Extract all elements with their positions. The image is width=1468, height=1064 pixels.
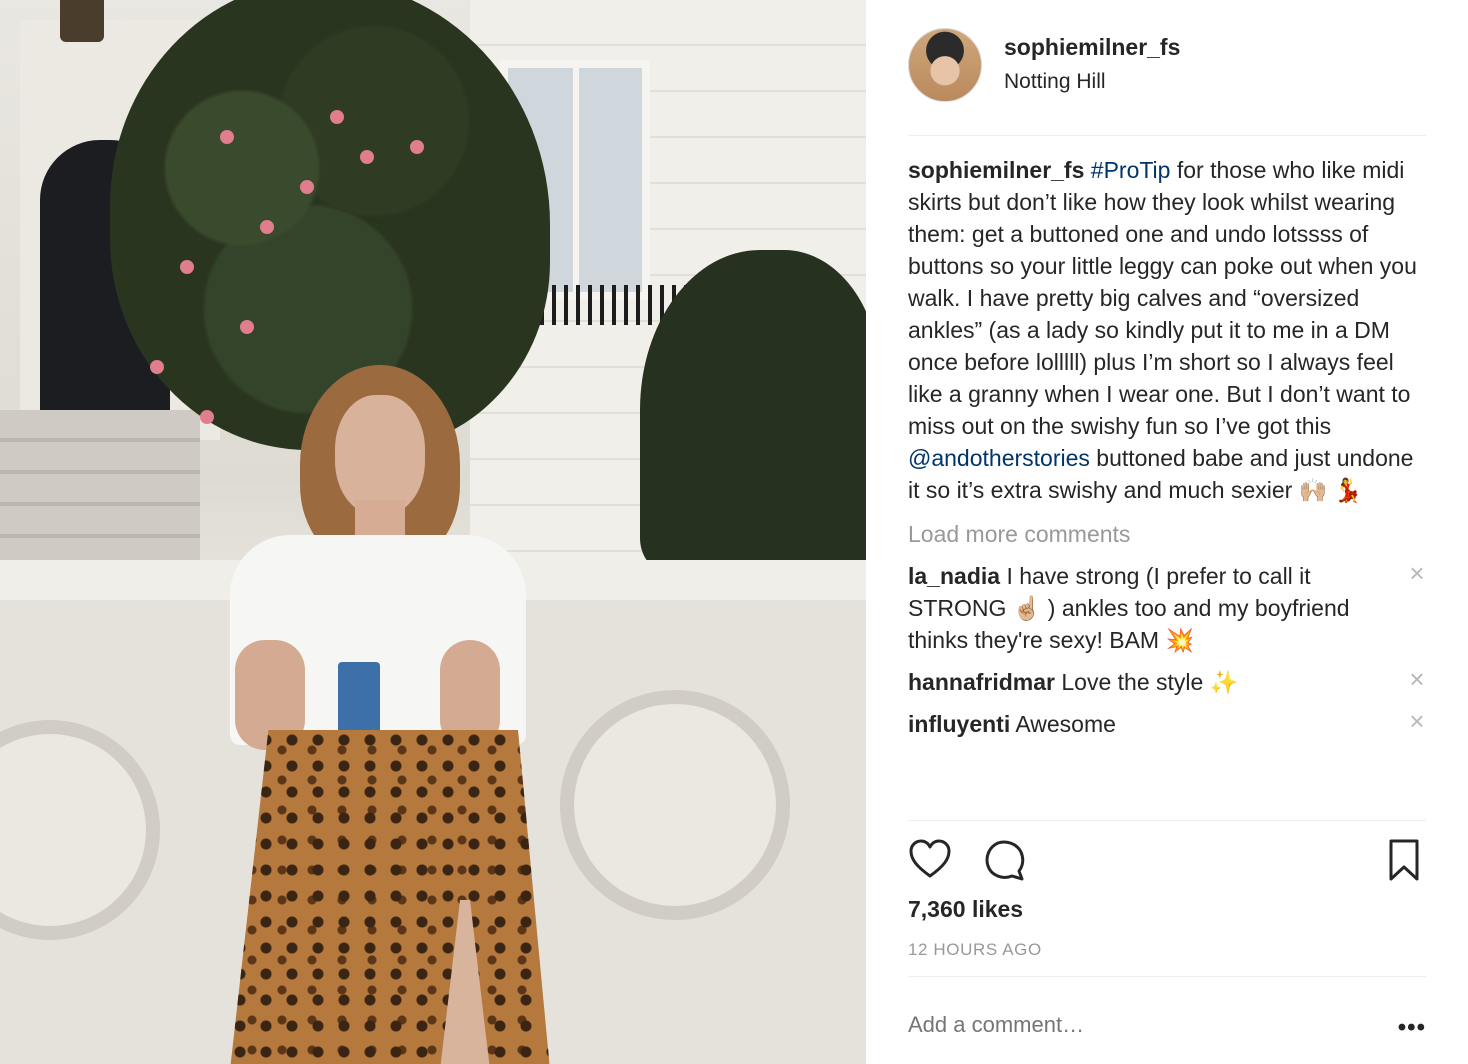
divider — [908, 976, 1426, 977]
comment-text: Awesome — [1015, 711, 1116, 737]
comment-text: Love the style ✨ — [1061, 669, 1239, 695]
comment-item: la_nadia I have strong (I prefer to call… — [908, 560, 1428, 656]
post-username[interactable]: sophiemilner_fs — [1004, 34, 1180, 61]
caption-text-1: for those who like midi skirts but don’t… — [908, 157, 1417, 439]
post-photo[interactable] — [0, 0, 866, 1064]
bookmark-icon[interactable] — [1382, 838, 1426, 882]
close-icon[interactable]: × — [1406, 666, 1428, 692]
post-header: sophiemilner_fs Notting Hill — [908, 24, 1426, 136]
comment-bubble-icon[interactable] — [982, 838, 1026, 882]
close-icon[interactable]: × — [1406, 560, 1428, 586]
comment-username[interactable]: influyenti — [908, 711, 1010, 737]
flowering-tree — [110, 0, 550, 450]
person-face — [335, 395, 425, 515]
caption-username[interactable]: sophiemilner_fs — [908, 157, 1084, 183]
mention-link[interactable]: @andotherstories — [908, 445, 1090, 471]
close-icon[interactable]: × — [1406, 708, 1428, 734]
add-comment-input[interactable] — [908, 1012, 1368, 1038]
ivy-bush — [640, 250, 866, 570]
more-options-icon[interactable]: ••• — [1398, 1014, 1426, 1042]
hashtag-link[interactable]: #ProTip — [1091, 157, 1171, 183]
post-details-panel: sophiemilner_fs Notting Hill sophiemilne… — [866, 0, 1468, 1064]
comment-item: influyenti Awesome × — [908, 708, 1428, 740]
leopard-skirt — [230, 730, 550, 1064]
coffee-cup — [338, 662, 380, 738]
caption: sophiemilner_fs #ProTip for those who li… — [908, 154, 1428, 506]
heart-icon[interactable] — [908, 838, 952, 882]
comments-section: sophiemilner_fs #ProTip for those who li… — [908, 154, 1428, 818]
comment-item: hannafridmar Love the style ✨ × — [908, 666, 1428, 698]
steps — [0, 410, 200, 570]
action-bar — [908, 838, 1426, 882]
load-more-comments-button[interactable]: Load more comments — [908, 518, 1428, 550]
avatar[interactable] — [908, 28, 982, 102]
divider — [908, 820, 1426, 821]
lamp — [60, 0, 104, 42]
likes-count[interactable]: 7,360 likes — [908, 896, 1023, 923]
comment-username[interactable]: la_nadia — [908, 563, 1000, 589]
comment-username[interactable]: hannafridmar — [908, 669, 1055, 695]
post-location[interactable]: Notting Hill — [1004, 70, 1106, 94]
post-timestamp[interactable]: 12 HOURS AGO — [908, 940, 1042, 960]
